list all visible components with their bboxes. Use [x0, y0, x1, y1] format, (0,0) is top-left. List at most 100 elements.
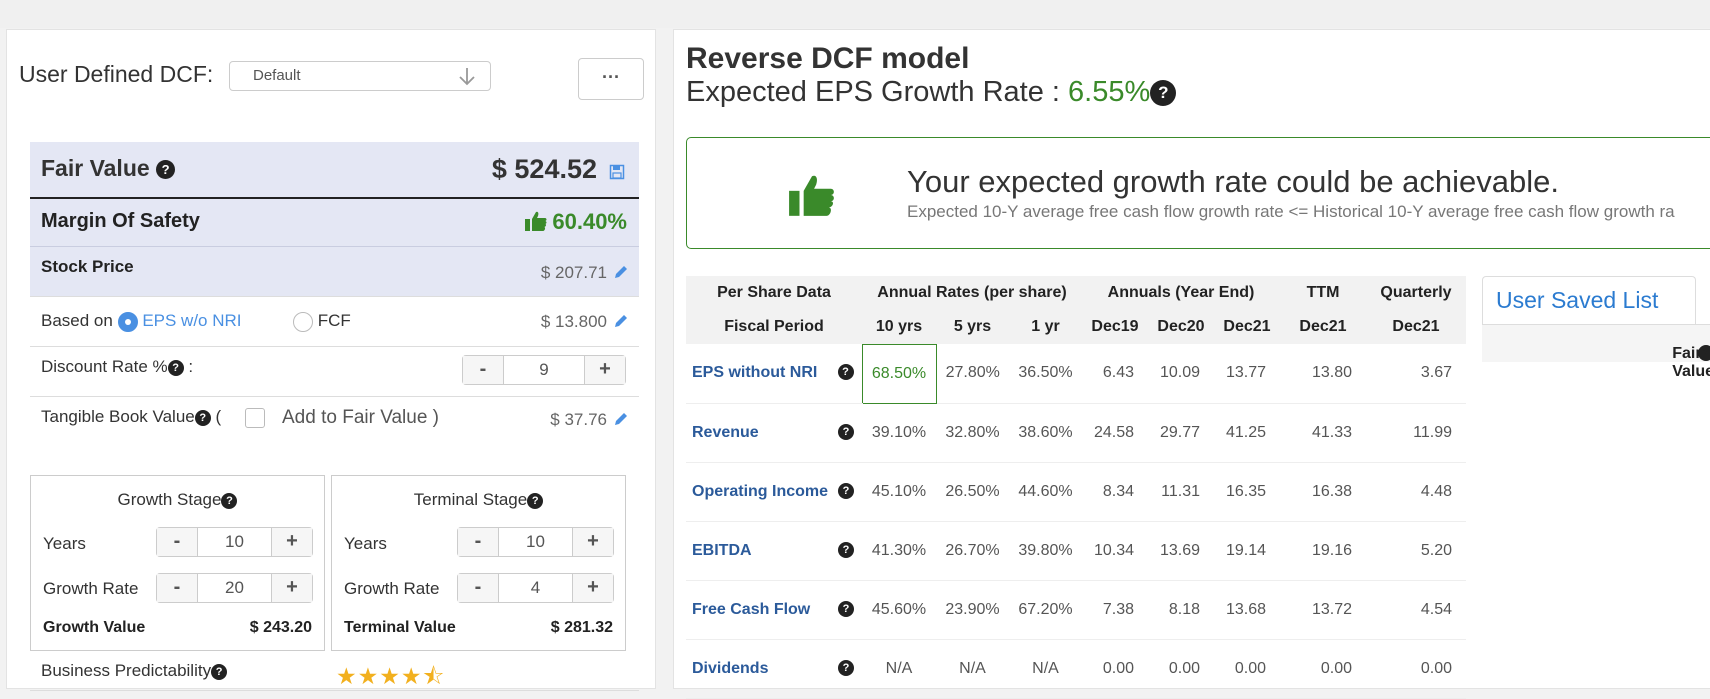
table-row: Free Cash Flow? 45.60% 23.90% 67.20% 7.38 8.1…: [686, 580, 1466, 640]
udcf-label: User Defined DCF:: [19, 61, 214, 87]
plus-button[interactable]: +: [573, 528, 613, 556]
question-icon[interactable]: ?: [838, 423, 854, 440]
question-icon[interactable]: ?: [838, 600, 854, 617]
plus-button[interactable]: +: [272, 528, 312, 556]
per-share-data-table: Per Share Data Annual Rates (per share) …: [686, 276, 1466, 699]
tab-user-saved-list[interactable]: User Saved List: [1482, 276, 1696, 324]
row-name[interactable]: EBITDA: [692, 542, 752, 559]
row-name[interactable]: Dividends: [692, 660, 768, 677]
table-cell[interactable]: 67.20%: [1009, 580, 1082, 640]
table-row: EBITDA? 41.30% 26.70% 39.80% 10.34 13.69 19.14…: [686, 521, 1466, 581]
growth-rate-input[interactable]: 20: [197, 574, 272, 602]
radio-eps[interactable]: [117, 311, 138, 332]
table-cell: 7.38: [1082, 580, 1148, 640]
question-icon[interactable]: ?: [194, 409, 211, 426]
minus-button[interactable]: -: [157, 574, 197, 602]
pencil-icon[interactable]: [613, 313, 629, 329]
table-cell[interactable]: N/A: [936, 639, 1009, 699]
question-icon[interactable]: ?: [156, 160, 176, 180]
table-cell[interactable]: 38.60%: [1009, 403, 1082, 463]
row-label[interactable]: Operating Income?: [686, 462, 862, 522]
table-cell[interactable]: 45.10%: [862, 462, 936, 522]
question-icon[interactable]: ?: [167, 359, 184, 376]
udcf-select[interactable]: Default: [229, 61, 491, 91]
terminal-years-input[interactable]: 10: [498, 528, 573, 556]
table-cell[interactable]: N/A: [1009, 639, 1082, 699]
table-cell[interactable]: N/A: [862, 639, 936, 699]
table-cell[interactable]: 41.30%: [862, 521, 936, 581]
table-cell: 4.48: [1366, 462, 1466, 522]
group-header: Annuals (Year End): [1082, 276, 1280, 310]
terminal-rate-input[interactable]: 4: [498, 574, 573, 602]
table-cell[interactable]: 26.50%: [936, 462, 1009, 522]
table-cell: 41.25: [1214, 403, 1280, 463]
table-cell[interactable]: 39.80%: [1009, 521, 1082, 581]
row-name[interactable]: Operating Income: [692, 483, 828, 500]
minus-button[interactable]: -: [458, 574, 498, 602]
terminal-rate-stepper[interactable]: - 4 +: [457, 573, 614, 603]
question-icon[interactable]: ?: [221, 492, 238, 509]
margin-value: 60.40%: [524, 209, 627, 235]
minus-button[interactable]: -: [157, 528, 197, 556]
pencil-icon[interactable]: [613, 264, 629, 280]
table-cell[interactable]: 45.60%: [862, 580, 936, 640]
table-cell: 29.77: [1148, 403, 1214, 463]
sub-header: 5 yrs: [936, 310, 1009, 344]
question-icon[interactable]: ?: [527, 492, 544, 509]
table-cell[interactable]: 23.90%: [936, 580, 1009, 640]
option-fcf-label[interactable]: FCF: [318, 311, 351, 330]
fair-value-box: Fair Value ? $ 524.52: [30, 142, 639, 199]
row-label[interactable]: Free Cash Flow?: [686, 580, 862, 640]
table-cell[interactable]: 36.50%: [1009, 344, 1082, 404]
pencil-icon[interactable]: [613, 411, 629, 427]
plus-button[interactable]: +: [573, 574, 613, 602]
question-icon[interactable]: ?: [1698, 345, 1710, 361]
more-options-button[interactable]: ···: [578, 58, 644, 100]
question-icon[interactable]: ?: [838, 541, 854, 558]
row-name[interactable]: Free Cash Flow: [692, 601, 810, 618]
row-label[interactable]: Dividends?: [686, 639, 862, 699]
add-to-fair-value-checkbox[interactable]: [245, 408, 265, 428]
row-label[interactable]: EBITDA?: [686, 521, 862, 581]
user-saved-list: User Saved List Fair Value?: [1482, 276, 1710, 380]
discount-minus-button[interactable]: -: [463, 356, 503, 384]
discount-plus-button[interactable]: +: [585, 356, 625, 384]
minus-button[interactable]: -: [458, 528, 498, 556]
row-label[interactable]: EPS without NRI?: [686, 344, 862, 404]
discount-stepper[interactable]: - 9 +: [462, 355, 626, 385]
table-cell: 6.43: [1082, 344, 1148, 404]
row-label[interactable]: Revenue?: [686, 403, 862, 463]
growth-years-stepper[interactable]: - 10 +: [156, 527, 313, 557]
question-icon[interactable]: ?: [838, 482, 854, 499]
question-icon[interactable]: ?: [837, 364, 854, 381]
question-icon[interactable]: ?: [211, 663, 228, 680]
option-eps-label[interactable]: EPS w/o NRI: [142, 311, 241, 330]
table-cell[interactable]: 26.70%: [936, 521, 1009, 581]
growth-years-input[interactable]: 10: [197, 528, 272, 556]
terminal-years-stepper[interactable]: - 10 +: [457, 527, 614, 557]
growth-rate-stepper[interactable]: - 20 +: [156, 573, 313, 603]
table-cell[interactable]: 32.80%: [936, 403, 1009, 463]
row-name[interactable]: Revenue: [692, 424, 759, 441]
thumbs-up-icon: [789, 175, 834, 216]
table-cell[interactable]: 27.80%: [936, 344, 1009, 404]
growth-stage-box: Growth Stage? Years - 10 + Growth Rate -…: [30, 475, 325, 651]
save-icon[interactable]: [609, 164, 625, 180]
table-cell: 24.58: [1082, 403, 1148, 463]
table-row: Dividends? N/A N/A N/A 0.00 0.00 0.00 0.00 0.00: [686, 639, 1466, 699]
table-cell: 13.69: [1148, 521, 1214, 581]
chevron-down-icon: [459, 68, 475, 86]
question-icon[interactable]: ?: [838, 659, 854, 676]
table-cell[interactable]: 44.60%: [1009, 462, 1082, 522]
discount-input[interactable]: 9: [503, 356, 585, 384]
table-row: EPS without NRI? 68.50% 27.80% 36.50% 6.43 10…: [686, 343, 1466, 404]
table-cell: 13.72: [1280, 580, 1366, 640]
plus-button[interactable]: +: [272, 574, 312, 602]
table-cell[interactable]: 39.10%: [862, 403, 936, 463]
table-cell: 0.00: [1082, 639, 1148, 699]
terminal-years-label: Years: [344, 534, 387, 553]
table-cell[interactable]: 68.50%: [861, 343, 937, 404]
row-name[interactable]: EPS without NRI: [692, 364, 817, 381]
question-icon[interactable]: ?: [1150, 80, 1177, 107]
radio-fcf[interactable]: [292, 311, 313, 332]
